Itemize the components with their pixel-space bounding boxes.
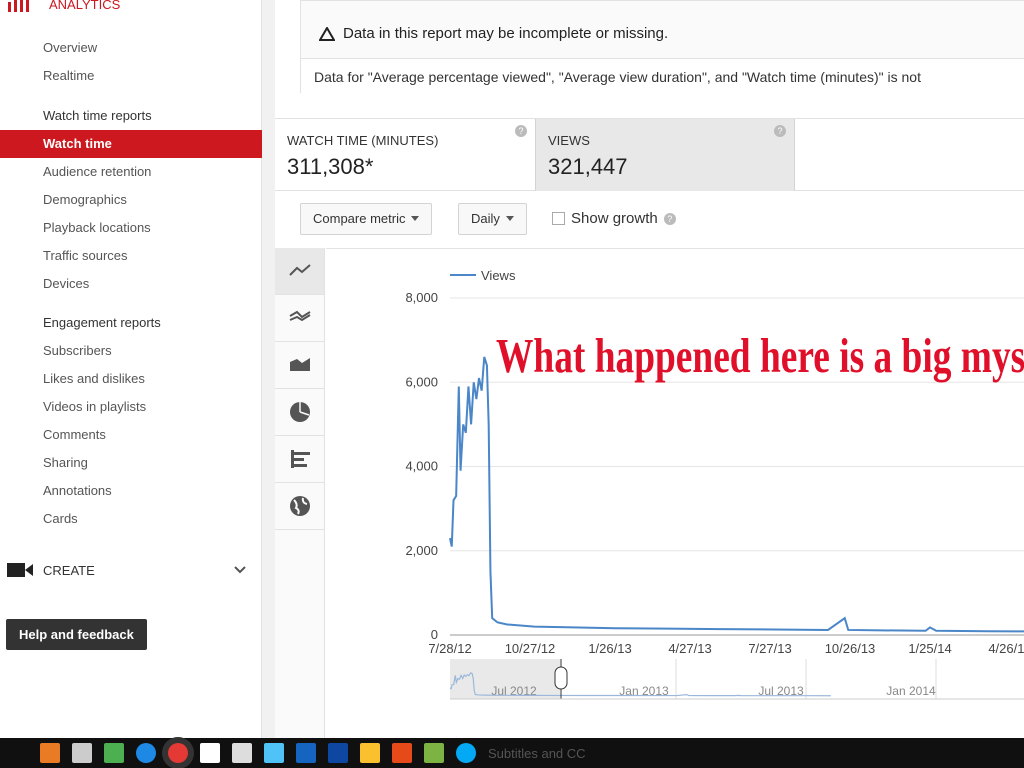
x-tick-label: 7/28/12: [428, 641, 471, 656]
navigator-handle[interactable]: [554, 666, 568, 690]
main-content: Data in this report may be incomplete or…: [275, 0, 1024, 738]
sidebar-item[interactable]: Overview: [0, 34, 262, 62]
alert-detail: Data for "Average percentage viewed", "A…: [301, 58, 1024, 95]
legend-label: Views: [481, 268, 516, 283]
x-tick-label: 4/27/13: [668, 641, 711, 656]
navigator-label: Jan 2014: [886, 684, 936, 698]
store-icon[interactable]: [200, 743, 220, 763]
search-app-icon[interactable]: [264, 743, 284, 763]
chart-type-button[interactable]: [275, 342, 324, 389]
chrome-icon[interactable]: [168, 743, 188, 763]
sidebar-item: Engagement reports: [43, 315, 161, 330]
y-tick-label: 0: [431, 627, 438, 642]
sidebar-item[interactable]: Audience retention: [0, 158, 262, 186]
show-growth-checkbox[interactable]: [552, 212, 565, 225]
line-chart-icon: [288, 264, 311, 276]
chart-type-toolbar: [275, 248, 325, 738]
y-tick-label: 4,000: [405, 459, 438, 474]
annotation-overlay: What happened here is a big mystery: [496, 330, 1024, 384]
x-tick-label: 7/27/13: [748, 641, 791, 656]
video-camera-icon: [7, 563, 33, 577]
image-app-icon[interactable]: [424, 743, 444, 763]
metric-value: 321,447: [548, 154, 628, 179]
chart-type-button[interactable]: [275, 248, 324, 295]
globe-icon: [289, 496, 310, 516]
sidebar-item[interactable]: Likes and dislikes: [0, 365, 262, 393]
interval-label: Daily: [471, 211, 500, 226]
pie-chart-icon: [289, 402, 310, 422]
calculator-icon[interactable]: [232, 743, 252, 763]
metric-views[interactable]: VIEWS 321,447 ?: [535, 119, 795, 191]
show-growth-toggle[interactable]: Show growth?: [552, 210, 676, 227]
chart-type-button[interactable]: [275, 389, 324, 436]
multi-line-icon: [289, 310, 311, 322]
analytics-header[interactable]: ANALYTICS: [8, 0, 120, 12]
x-tick-label: 10/27/12: [505, 641, 556, 656]
sidebar-item[interactable]: Demographics: [0, 186, 262, 214]
create-label: CREATE: [43, 562, 95, 578]
help-feedback-button[interactable]: Help and feedback: [6, 619, 147, 650]
sidebar: ANALYTICS Overview Realtime Watch time rep…: [0, 0, 262, 738]
x-tick-label: 10/26/13: [825, 641, 876, 656]
y-tick-label: 2,000: [405, 543, 438, 558]
app-icon[interactable]: [328, 743, 348, 763]
sidebar-item[interactable]: Annotations: [0, 477, 262, 505]
y-tick-label: 8,000: [405, 290, 438, 305]
chart-type-button[interactable]: [275, 295, 324, 342]
brand-label: ANALYTICS: [49, 0, 121, 12]
x-tick-label: 1/25/14: [908, 641, 951, 656]
sidebar-item[interactable]: Playback locations: [0, 214, 262, 242]
sidebar-item: Watch time reports: [43, 108, 152, 123]
create-section[interactable]: CREATE: [7, 562, 247, 578]
sidebar-item[interactable]: Cards: [0, 505, 262, 533]
metric-label: VIEWS: [548, 133, 590, 148]
x-tick-label: 1/26/13: [588, 641, 631, 656]
metric-watch-time[interactable]: WATCH TIME (MINUTES) 311,308* ?: [275, 119, 535, 191]
taskbar-window-title[interactable]: Subtitles and CC: [488, 746, 586, 761]
help-icon[interactable]: ?: [515, 125, 527, 137]
y-tick-label: 6,000: [405, 374, 438, 389]
views-chart: 0 2,000 4,000 6,000 8,000 7/28/12 10/27/12 1/26…: [326, 248, 1024, 728]
show-growth-label: Show growth: [571, 210, 658, 227]
caret-down-icon: [505, 216, 514, 225]
sidebar-item[interactable]: Watch time: [0, 130, 262, 158]
metric-value: 311,308*: [287, 154, 374, 179]
help-icon[interactable]: ?: [774, 125, 786, 137]
compare-metric-dropdown[interactable]: Compare metric: [300, 203, 433, 235]
windows-taskbar: Subtitles and CC: [0, 738, 1024, 768]
stacked-area-icon: [289, 358, 310, 371]
sidebar-item[interactable]: Devices: [0, 270, 262, 298]
bar-chart-icon: [290, 450, 310, 468]
interval-dropdown[interactable]: Daily: [458, 203, 527, 235]
notepad-icon[interactable]: [72, 743, 92, 763]
caret-down-icon: [411, 216, 420, 225]
chevron-down-icon[interactable]: [233, 565, 247, 575]
media-app-icon[interactable]: [40, 743, 60, 763]
alert-title: Data in this report may be incomplete or…: [343, 25, 669, 42]
compare-label: Compare metric: [313, 211, 406, 226]
game-app-icon[interactable]: [104, 743, 124, 763]
network-app-icon[interactable]: [296, 743, 316, 763]
cs4-app-icon[interactable]: [392, 743, 412, 763]
skype-icon[interactable]: [456, 743, 476, 763]
x-tick-label: 4/26/14: [988, 641, 1024, 656]
help-icon[interactable]: ?: [663, 212, 676, 225]
data-warning-alert: Data in this report may be incomplete or…: [300, 0, 1024, 95]
metric-label: WATCH TIME (MINUTES): [287, 133, 439, 148]
sidebar-item[interactable]: Sharing: [0, 449, 262, 477]
warning-icon: [319, 26, 335, 41]
analytics-icon: [8, 0, 29, 12]
views-series-line: [449, 356, 1024, 633]
chart-type-button[interactable]: [275, 483, 324, 530]
sidebar-item[interactable]: Comments: [0, 421, 262, 449]
chart-type-button[interactable]: [275, 436, 324, 483]
edge-browser-icon[interactable]: [136, 743, 156, 763]
sidebar-item[interactable]: Videos in playlists: [0, 393, 262, 421]
file-explorer-icon[interactable]: [360, 743, 380, 763]
sidebar-item[interactable]: Realtime: [0, 62, 262, 90]
sidebar-item[interactable]: Traffic sources: [0, 242, 262, 270]
sidebar-item[interactable]: Subscribers: [0, 337, 262, 365]
